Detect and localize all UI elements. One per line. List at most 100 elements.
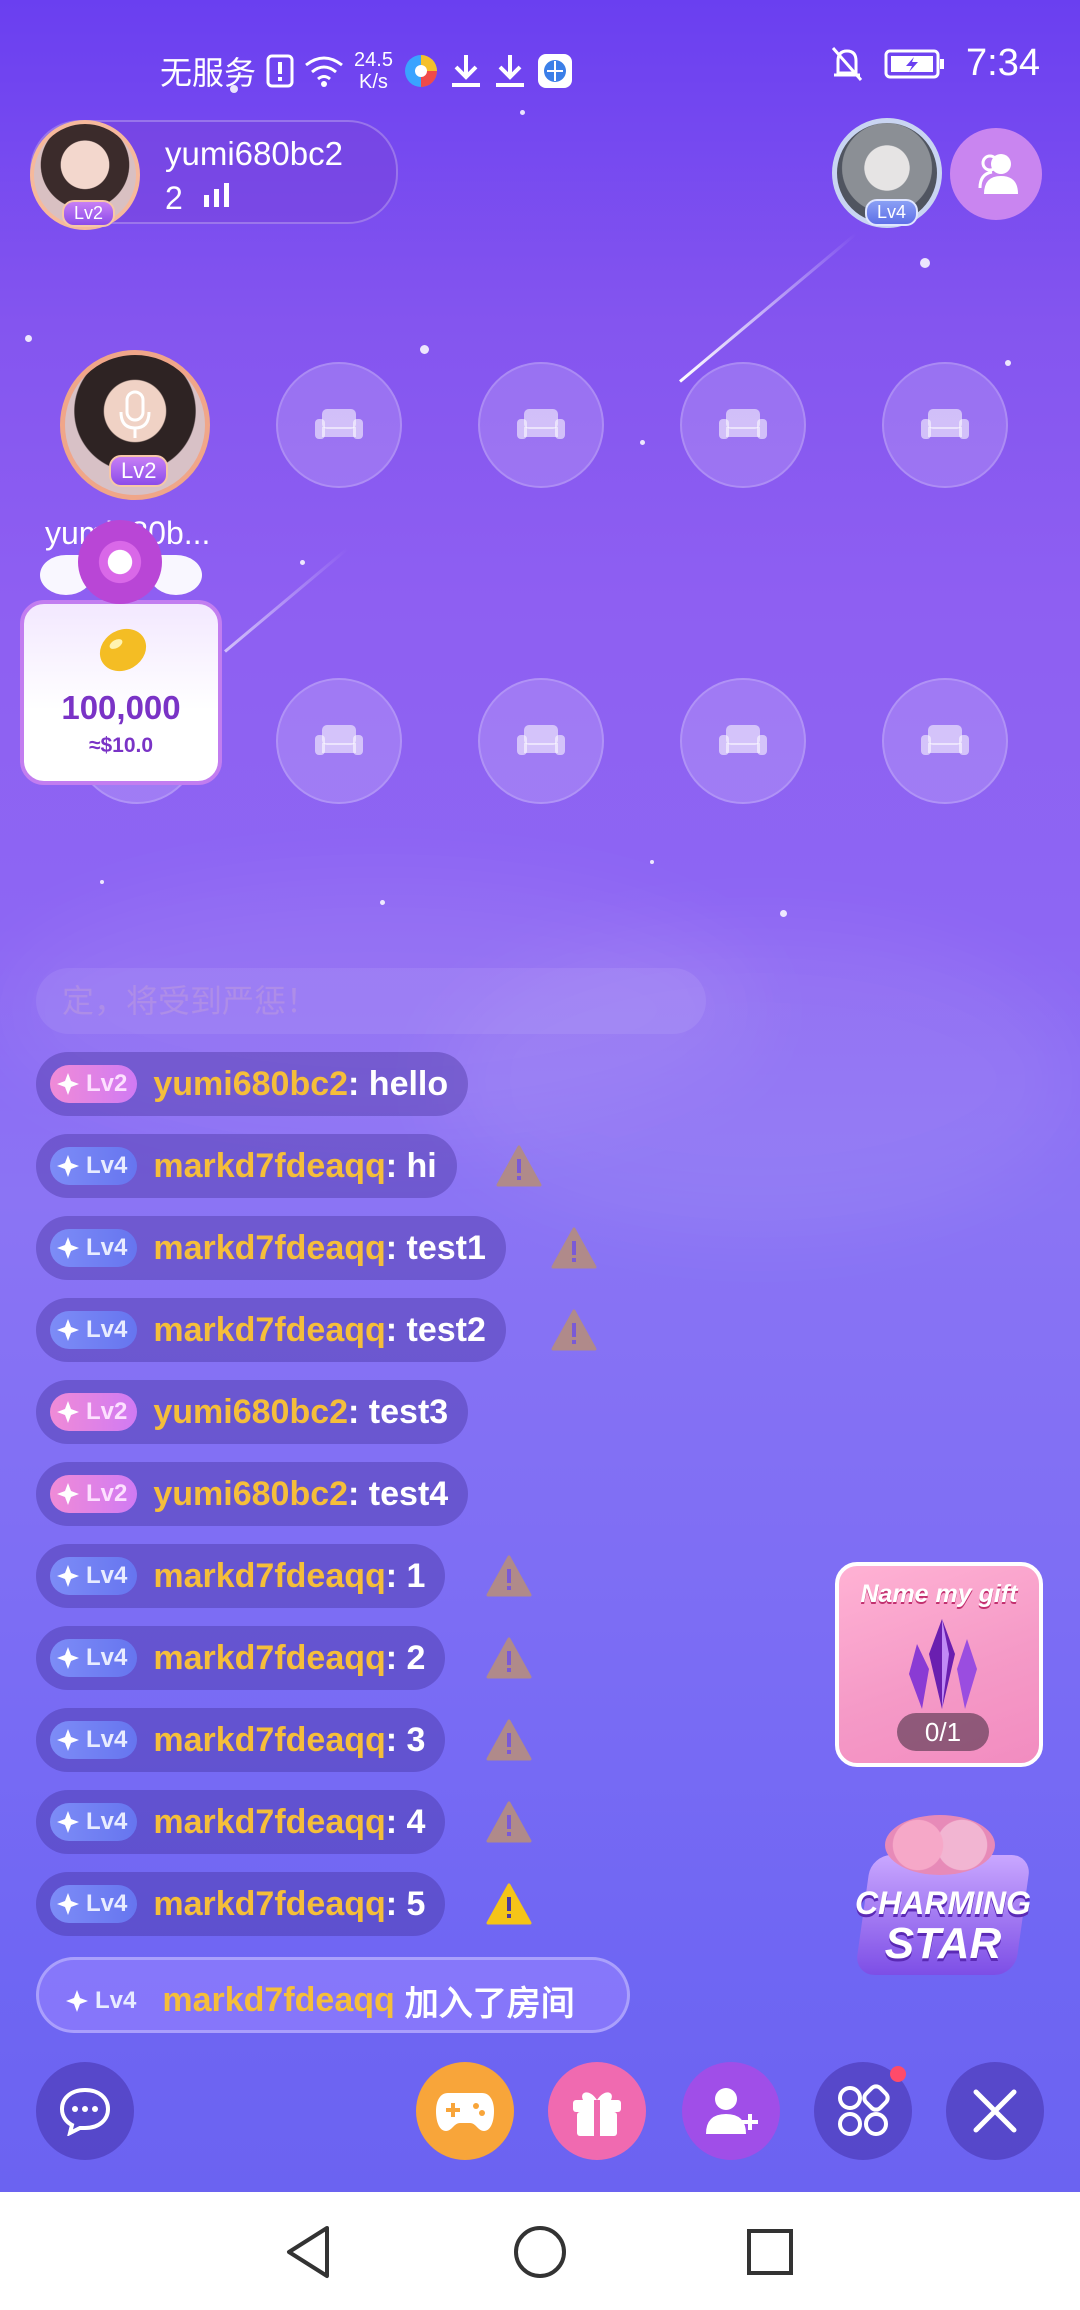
chat-message: Lv4 markd7fdeaqq : test2 <box>36 1298 506 1362</box>
network-speed-unit: K/s <box>359 71 388 93</box>
download-icon <box>451 55 480 87</box>
user-level-badge: Lv4 <box>50 1885 138 1923</box>
chat-message: Lv2 yumi680bc2 : hello <box>36 1052 469 1116</box>
recents-nav-icon[interactable] <box>745 2227 795 2277</box>
host-name: yumi680bc2 <box>165 135 343 172</box>
report-warning-icon[interactable] <box>486 1718 532 1762</box>
charming-star-banner[interactable]: CHARMING STAR <box>845 1805 1041 1985</box>
gem-icon <box>57 1319 79 1341</box>
people-icon <box>978 154 1018 194</box>
gem-icon <box>57 1237 79 1259</box>
chat-system-notice: 定，将受到严惩！ <box>36 968 706 1034</box>
top-gifter-avatar[interactable]: Lv4 <box>832 118 942 228</box>
empty-seat[interactable] <box>680 678 806 804</box>
chat-username[interactable]: markd7fdeaqq <box>153 1639 385 1678</box>
report-warning-icon[interactable] <box>496 1144 542 1188</box>
back-nav-icon[interactable] <box>283 2224 333 2280</box>
name-my-gift-title: Name my gift <box>860 1580 1018 1608</box>
chat-username[interactable]: markd7fdeaqq <box>153 1311 385 1350</box>
host-avatar[interactable]: Lv2 <box>30 120 140 230</box>
gem-icon <box>57 1729 79 1751</box>
audience-list-button[interactable] <box>950 128 1042 220</box>
empty-seat[interactable] <box>680 362 806 488</box>
empty-seat[interactable] <box>276 362 402 488</box>
mic-seat-host[interactable]: Lv2 <box>60 350 210 500</box>
sofa-icon <box>719 725 767 755</box>
report-warning-icon[interactable] <box>551 1308 597 1352</box>
background-star <box>780 910 787 917</box>
background-star <box>1005 360 1011 366</box>
carrier-label: 无服务 <box>160 55 257 91</box>
sofa-icon <box>517 409 565 439</box>
report-warning-icon[interactable] <box>486 1636 532 1680</box>
chat-message: Lv2 yumi680bc2 : test3 <box>36 1380 469 1444</box>
chat-username[interactable]: markd7fdeaqq <box>153 1885 385 1924</box>
report-warning-icon[interactable] <box>486 1882 532 1926</box>
chat-username[interactable]: markd7fdeaqq <box>153 1229 385 1268</box>
empty-seat[interactable] <box>478 362 604 488</box>
name-my-gift-card[interactable]: Name my gift 0/1 <box>835 1562 1043 1767</box>
battery-charging-icon <box>884 49 945 78</box>
gem-icon <box>57 1155 79 1177</box>
chat-username[interactable]: yumi680bc2 <box>153 1475 348 1514</box>
home-nav-icon[interactable] <box>512 2224 568 2280</box>
host-level-badge: Lv2 <box>62 200 116 227</box>
user-level-badge: Lv4 <box>50 1557 138 1595</box>
chat-text: : 2 <box>385 1638 426 1677</box>
chat-message: Lv4 markd7fdeaqq : test1 <box>36 1216 506 1280</box>
user-level-badge: Lv4 <box>50 1311 138 1349</box>
chat-username[interactable]: yumi680bc2 <box>153 1065 348 1104</box>
crystal-icon <box>909 1619 977 1709</box>
background-star <box>300 560 305 565</box>
sofa-icon <box>517 725 565 755</box>
notification-dot <box>890 2066 906 2082</box>
report-warning-icon[interactable] <box>551 1226 597 1270</box>
gem-icon <box>57 1893 79 1915</box>
gem-icon <box>57 1401 79 1423</box>
chat-username[interactable]: markd7fdeaqq <box>153 1147 385 1186</box>
user-level-text: Lv4 <box>86 1152 128 1179</box>
user-level-badge: Lv4 <box>59 1982 146 2020</box>
lucky-bag-card[interactable]: 100,000 ≈$10.0 <box>20 600 222 785</box>
empty-seat[interactable] <box>882 362 1008 488</box>
chat-text: : test2 <box>385 1310 486 1349</box>
sofa-icon <box>719 409 767 439</box>
join-text: 加入了房间 <box>404 1985 575 2023</box>
chat-message: Lv4 markd7fdeaqq : 1 <box>36 1544 446 1608</box>
chat-username[interactable]: markd7fdeaqq <box>153 1721 385 1760</box>
user-level-text: Lv4 <box>86 1562 128 1589</box>
user-level-badge: Lv4 <box>50 1229 138 1267</box>
chat-text: : test4 <box>348 1474 449 1513</box>
app-notification-icon <box>537 54 572 88</box>
chat-text: : hello <box>348 1064 449 1103</box>
game-button[interactable] <box>416 2062 514 2160</box>
report-warning-icon[interactable] <box>486 1554 532 1598</box>
background-star <box>920 258 930 268</box>
chat-message: Lv4 markd7fdeaqq : 3 <box>36 1708 446 1772</box>
empty-seat[interactable] <box>882 678 1008 804</box>
gift-icon <box>573 2092 621 2136</box>
close-room-button[interactable] <box>946 2062 1044 2160</box>
join-username[interactable]: markd7fdeaqq <box>162 1981 394 2020</box>
chat-input-button[interactable] <box>36 2062 134 2160</box>
background-star <box>650 860 654 864</box>
download-icon <box>495 55 524 87</box>
chat-message: Lv4 markd7fdeaqq : 2 <box>36 1626 446 1690</box>
invite-to-mic-button[interactable] <box>682 2062 780 2160</box>
user-level-text: Lv2 <box>86 1398 128 1425</box>
sofa-icon <box>921 725 969 755</box>
user-level-badge: Lv4 <box>50 1803 138 1841</box>
gift-button[interactable] <box>548 2062 646 2160</box>
chat-username[interactable]: markd7fdeaqq <box>153 1803 385 1842</box>
user-level-badge: Lv4 <box>50 1147 138 1185</box>
more-apps-button[interactable] <box>814 2062 912 2160</box>
chat-username[interactable]: markd7fdeaqq <box>153 1557 385 1596</box>
report-warning-icon[interactable] <box>486 1800 532 1844</box>
chat-text: : 4 <box>385 1802 426 1841</box>
chat-username[interactable]: yumi680bc2 <box>153 1393 348 1432</box>
empty-seat[interactable] <box>478 678 604 804</box>
network-speed-value: 24.5 <box>354 49 393 71</box>
browser-app-icon <box>404 55 437 87</box>
sofa-icon <box>315 725 363 755</box>
empty-seat[interactable] <box>276 678 402 804</box>
